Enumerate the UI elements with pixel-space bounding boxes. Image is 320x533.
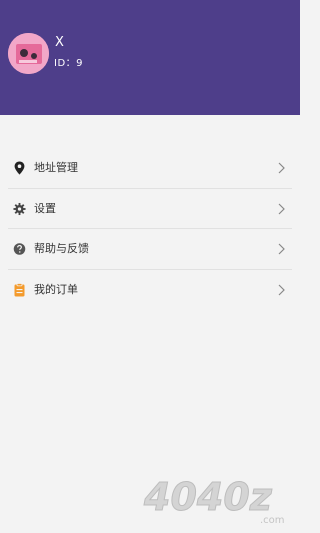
menu-item-label: 地址管理 (34, 161, 78, 174)
svg-text:.com: .com (260, 515, 285, 526)
location-pin-icon (14, 161, 25, 175)
menu-item-label: 帮助与反馈 (34, 242, 89, 255)
chevron-right-icon (278, 203, 285, 214)
user-name: X (55, 35, 64, 50)
user-id: ID：9 (54, 58, 84, 69)
menu-item-settings[interactable]: 设置 (8, 189, 292, 229)
menu-item-label: 我的订单 (34, 282, 78, 296)
avatar[interactable] (8, 33, 49, 74)
chevron-right-icon (278, 162, 285, 174)
svg-text:4040z: 4040z (143, 476, 273, 519)
menu-item-label: 设置 (34, 201, 56, 215)
help-icon (13, 243, 26, 255)
chevron-right-icon (278, 284, 285, 295)
menu-list: 地址管理 设置 帮助与反馈 我的订单 (0, 148, 300, 310)
menu-item-help-feedback[interactable]: 帮助与反馈 (8, 229, 292, 270)
menu-item-my-orders[interactable]: 我的订单 (8, 270, 292, 311)
profile-header: X ID：9 (0, 0, 300, 115)
gear-icon (13, 202, 26, 215)
menu-item-address[interactable]: 地址管理 (8, 148, 292, 189)
chevron-right-icon (278, 243, 285, 255)
order-clipboard-icon (14, 282, 25, 296)
watermark-logo: 4040z .com (143, 476, 285, 526)
